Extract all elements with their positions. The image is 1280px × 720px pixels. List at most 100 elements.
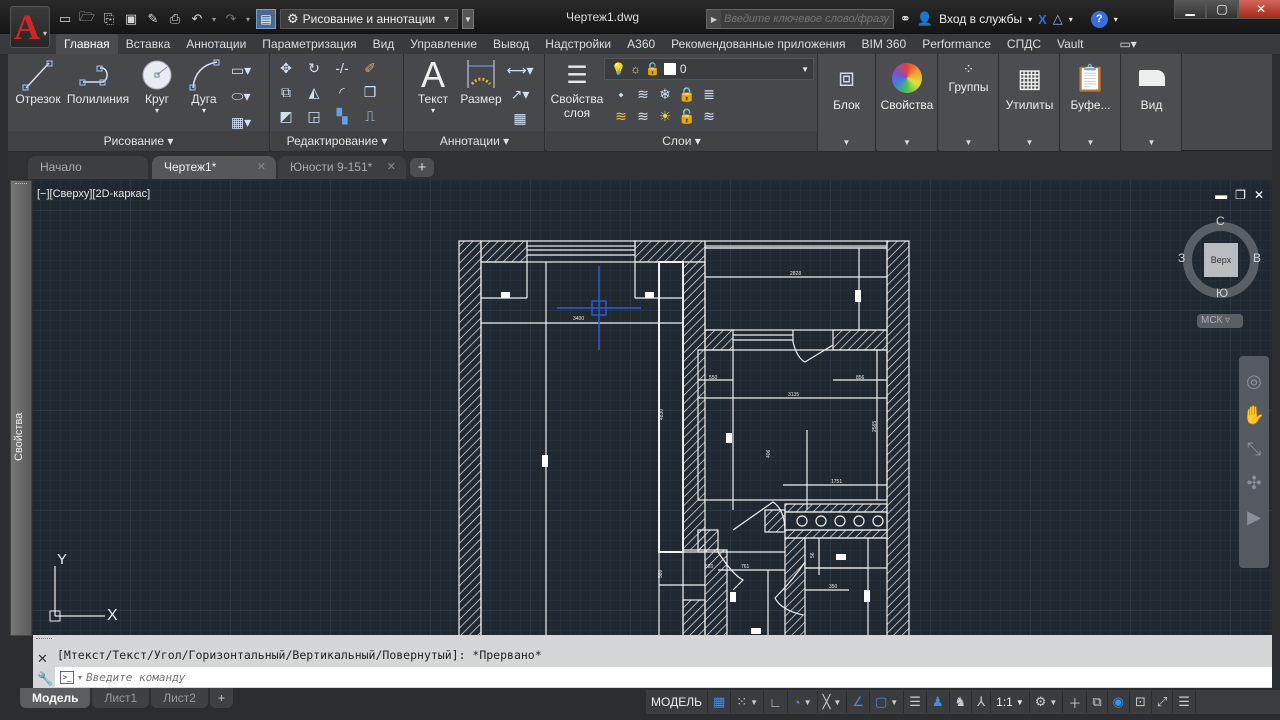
minimize-viewport-icon[interactable]: ▬ (1215, 188, 1227, 202)
linear-dimension-icon[interactable]: ⟷▾ (506, 60, 533, 80)
command-grip-handle[interactable] (36, 638, 52, 643)
ribbon-tab[interactable]: Главная (56, 34, 118, 54)
line-button[interactable]: Отрезок (14, 58, 62, 106)
maximize-button[interactable]: ▢ (1206, 0, 1238, 19)
compass-west[interactable]: З (1178, 251, 1185, 265)
annotation-visibility-icon[interactable]: ♟ (927, 691, 950, 713)
stretch-icon[interactable]: ◩ (275, 106, 297, 126)
ribbon-tab[interactable]: Вывод (485, 34, 537, 54)
ribbon-tab[interactable]: СПДС (999, 34, 1049, 54)
close-tab-icon[interactable]: ✕ (387, 156, 396, 179)
close-button[interactable]: ✕ (1238, 0, 1280, 19)
viewport-controls-label[interactable]: [−][Сверху][2D-каркас] (37, 188, 150, 200)
object-snap-icon[interactable]: ▢ ▼ (870, 691, 905, 713)
erase-icon[interactable]: ✐ (359, 58, 381, 78)
expand-arrow-icon[interactable]: ▶ (707, 15, 721, 24)
dimension-button[interactable]: Размер (459, 58, 503, 106)
close-viewport-icon[interactable]: ✕ (1254, 188, 1264, 202)
chevron-down-icon[interactable]: ▾ (78, 673, 82, 682)
pan-hand-icon[interactable]: ✋ (1239, 398, 1269, 432)
layer-unlock-icon[interactable]: 🔓 (676, 106, 698, 126)
viewcube-top-face[interactable]: Верх (1204, 243, 1238, 277)
ribbon-tab[interactable]: Рекомендованные приложения (663, 34, 853, 54)
panel-groups[interactable]: ⁘ Группы ▼ (939, 54, 999, 151)
ribbon-tab[interactable]: Аннотации (178, 34, 254, 54)
auto-scale-icon[interactable]: ♞ (950, 691, 973, 713)
clean-screen-icon[interactable]: ⤢ (1152, 691, 1174, 713)
redo-icon[interactable]: ↷ (222, 10, 240, 28)
annotation-scale-dropdown[interactable]: 1:1 ▼ (991, 691, 1030, 713)
ucs-menu-button[interactable]: МСК ▿ (1197, 314, 1243, 328)
search-input[interactable] (721, 10, 893, 28)
ribbon-tab[interactable]: Вид (365, 34, 403, 54)
panel-title-modify[interactable]: Редактирование ▾ (271, 131, 403, 151)
binoculars-icon[interactable]: ⚭ (900, 11, 911, 27)
mirror-icon[interactable]: ◭ (303, 82, 325, 102)
hardware-acceleration-icon[interactable]: ◉ (1108, 691, 1130, 713)
circle-button[interactable]: Круг ▾ (138, 58, 176, 115)
zoom-extents-icon[interactable]: ⤡ (1239, 432, 1269, 466)
panel-utilities[interactable]: ▦ Утилиты ▼ (1000, 54, 1060, 151)
ribbon-tab[interactable]: Надстройки (537, 34, 619, 54)
move-icon[interactable]: ✥ (275, 58, 297, 78)
polar-tracking-icon[interactable]: ◔ ▼ (788, 691, 818, 713)
workspace-switch-icon[interactable]: ⚙ ▼ (1030, 691, 1064, 713)
save-icon[interactable]: ▣ (122, 10, 140, 28)
command-input[interactable] (86, 670, 1272, 684)
model-space-button[interactable]: МОДЕЛЬ (646, 691, 708, 713)
close-tab-icon[interactable]: ✕ (257, 156, 266, 179)
ribbon-tab[interactable]: Vault (1049, 34, 1091, 54)
steering-wheel-icon[interactable]: ◎ (1239, 364, 1269, 398)
compass-north[interactable]: С (1216, 214, 1225, 228)
rectangle-icon[interactable]: ▭▾ (230, 60, 252, 80)
panel-title-layers[interactable]: Слои ▾ (546, 131, 817, 151)
ribbon-tab[interactable]: Вставка (118, 34, 179, 54)
application-menu-button[interactable]: A ▾ (10, 6, 50, 48)
file-tab-yunosti[interactable]: Юности 9-151* ✕ (278, 156, 406, 179)
annotation-scale-icon[interactable]: ⅄ (972, 691, 992, 713)
layout-tab-model[interactable]: Модель (20, 688, 91, 708)
command-prompt-icon[interactable]: >_ (60, 670, 74, 684)
redo-dropdown-icon[interactable]: ▾ (244, 10, 252, 28)
compass-south[interactable]: Ю (1216, 286, 1228, 300)
panel-properties[interactable]: Свойства ▼ (877, 54, 938, 151)
grip-handle[interactable] (15, 183, 27, 187)
save-as-icon[interactable]: ✎ (144, 10, 162, 28)
explode-icon[interactable]: ❒ (359, 82, 381, 102)
minimize-button[interactable]: ▁ (1174, 0, 1206, 19)
fillet-icon[interactable]: ◜ (331, 82, 353, 102)
close-command-line-icon[interactable]: ✕ (37, 651, 48, 667)
layer-thaw-icon[interactable]: ☀ (654, 106, 676, 126)
layer-properties-button[interactable]: ☰ Свойства слоя (548, 58, 606, 121)
ribbon-tab[interactable]: Параметризация (254, 34, 364, 54)
ribbon-minimize-button[interactable]: ▭▾ (1111, 34, 1144, 54)
layer-isolate-icon[interactable]: ≋ (632, 84, 654, 104)
trim-icon[interactable]: -/- (331, 58, 353, 78)
isolate-objects-icon[interactable]: ⧉ (1087, 691, 1108, 713)
viewcube[interactable]: Верх С Ю З В (1178, 214, 1261, 300)
help-icon[interactable]: ? (1090, 10, 1108, 28)
panel-block[interactable]: ⧈ Блок ▼ (818, 54, 876, 151)
ribbon-tab[interactable]: Управление (402, 34, 485, 54)
text-button[interactable]: A Текст ▾ (413, 54, 453, 115)
layer-lock-icon[interactable]: 🔒 (676, 84, 698, 104)
new-icon[interactable]: ▭ (56, 10, 74, 28)
add-layout-button[interactable]: + (209, 688, 233, 708)
copy-icon[interactable]: ⧉ (275, 82, 297, 102)
autodesk-app-store-icon[interactable]: △ (1053, 11, 1063, 27)
ribbon-tab[interactable]: Performance (914, 34, 999, 54)
layer-dropdown[interactable]: 💡 ☼ 🔓 0 ▼ (604, 58, 814, 80)
wrench-icon[interactable]: 🔧 (37, 671, 53, 687)
rotate-icon[interactable]: ↻ (303, 58, 325, 78)
leader-icon[interactable]: ↗▾ (509, 84, 531, 104)
lock-ui-icon[interactable]: ⊡ (1130, 691, 1152, 713)
array-icon[interactable]: ▚ (331, 106, 353, 126)
plot-icon[interactable]: ⎙ (166, 10, 184, 28)
layer-match-icon[interactable]: ≣ (698, 84, 720, 104)
open-icon[interactable]: 🗁 (78, 9, 96, 28)
arc-button[interactable]: Дуга ▾ (186, 58, 222, 115)
drawing-canvas[interactable]: 3400 2828 4830 550 856 3135 2565 406 175… (33, 180, 1272, 635)
panel-title-draw[interactable]: Рисование ▾ (8, 131, 269, 151)
layer-on-icon[interactable]: ≋ (610, 106, 632, 126)
snap-icon[interactable]: ⁙ ▼ (731, 691, 765, 713)
